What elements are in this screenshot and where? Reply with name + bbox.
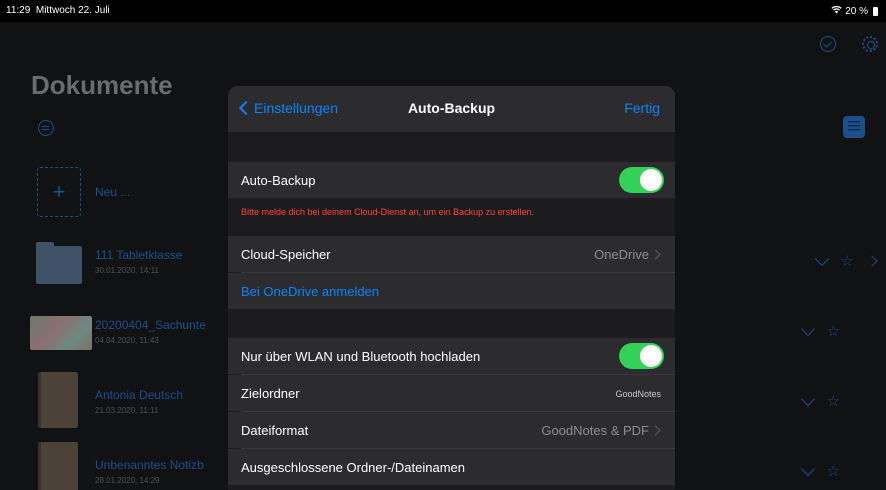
wlan-only-label: Nur über WLAN und Bluetooth hochladen [241,349,481,364]
document-date: 30.01.2020, 14:11 [95,266,159,275]
filter-icon[interactable] [38,120,54,136]
notebook-thumbnail [38,372,78,428]
new-document-button[interactable]: + [37,167,81,217]
cloud-storage-label: Cloud-Speicher [241,247,331,262]
file-format-value: GoodNotes & PDF [541,423,649,438]
document-actions: ☆ [800,461,840,480]
chevron-down-icon[interactable] [814,251,829,267]
battery-icon [873,6,878,16]
document-actions: ☆ [800,321,840,340]
star-icon[interactable]: ☆ [827,322,840,340]
wlan-only-row: Nur über WLAN und Bluetooth hochladen [228,338,675,374]
star-icon[interactable]: ☆ [841,252,854,270]
chevron-right-icon[interactable] [866,255,878,267]
document-thumbnail [30,316,92,350]
document-date: 21.03.2020, 11:11 [95,406,159,415]
excluded-names-row[interactable]: Ausgeschlossene Ordner-/Dateinamen [228,449,675,485]
notebook-thumbnail [38,442,78,490]
star-icon[interactable]: ☆ [827,462,840,480]
page-title: Dokumente [31,70,173,100]
document-actions: ☆ [800,391,840,410]
target-folder-value: GoodNotes [615,389,661,399]
document-name: Antonia Deutsch [95,388,184,402]
onedrive-signin-link[interactable]: Bei OneDrive anmelden [241,284,379,299]
cloud-storage-value: OneDrive [594,247,649,262]
status-bar: 11:29 Mittwoch 22. Juli 20 % [0,0,886,22]
chevron-down-icon[interactable] [800,391,815,407]
target-folder-label: Zielordner [241,386,300,401]
status-right: 20 % [831,5,878,17]
new-document-label[interactable]: Neu ... [95,185,130,199]
chevron-right-icon [650,249,661,260]
done-button[interactable]: Fertig [624,100,660,116]
cloud-storage-row[interactable]: Cloud-Speicher OneDrive [228,236,675,272]
select-check-icon[interactable] [820,36,836,52]
status-time-date: 11:29 Mittwoch 22. Juli [6,5,110,16]
sheet-title: Auto-Backup [407,100,496,116]
document-name: Unbenanntes Notizb [95,458,204,472]
auto-backup-row: Auto-Backup [228,162,675,198]
plus-icon: + [52,179,66,204]
battery-percent: 20 % [845,5,868,17]
document-date: 28.01.2020, 14:29 [95,476,160,485]
chevron-down-icon[interactable] [800,461,815,477]
navigation-bar: Einstellungen Auto-Backup Fertig [228,86,675,132]
document-actions: ☆ [814,251,878,270]
document-date: 04.04.2020, 11:43 [95,336,159,345]
chevron-right-icon [650,425,661,436]
target-folder-row[interactable]: Zielordner GoodNotes [228,375,675,411]
auto-backup-label: Auto-Backup [241,173,316,188]
list-view-icon[interactable] [843,116,865,138]
signin-row[interactable]: Bei OneDrive anmelden [228,273,675,309]
wlan-only-toggle[interactable] [619,343,664,369]
auto-backup-sheet: Einstellungen Auto-Backup Fertig Auto-Ba… [228,86,675,490]
wifi-icon [831,5,842,17]
chevron-down-icon[interactable] [800,321,815,337]
document-name: 111 Tabletklasse [95,248,183,262]
star-icon[interactable]: ☆ [827,392,840,410]
file-format-row[interactable]: Dateiformat GoodNotes & PDF [228,412,675,448]
file-format-label: Dateiformat [241,423,309,438]
signin-warning: Bitte melde dich bei deinem Cloud-Dienst… [241,207,535,217]
auto-backup-toggle[interactable] [619,167,664,193]
document-name: 20200404_Sachunte [95,318,206,332]
folder-icon [36,242,82,284]
library-toolbar [820,36,878,52]
excluded-names-label: Ausgeschlossene Ordner-/Dateinamen [241,460,466,475]
gear-icon[interactable] [862,36,878,52]
